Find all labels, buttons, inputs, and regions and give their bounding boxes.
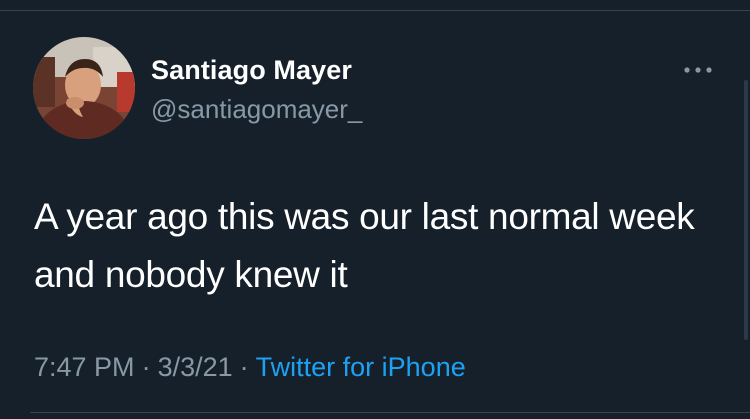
avatar[interactable] [33,37,135,139]
tweet-source-link[interactable]: Twitter for iPhone [256,352,466,382]
tweet-text: A year ago this was our last normal week… [34,196,695,295]
tweet-meta: 7:47 PM · 3/3/21 · Twitter for iPhone [34,352,466,383]
tweet-time[interactable]: 7:47 PM [34,352,135,382]
top-divider [0,10,750,11]
more-options-button[interactable] [678,58,718,82]
scrollbar[interactable] [744,80,748,340]
tweet-date[interactable]: 3/3/21 [158,352,233,382]
author-handle[interactable]: @santiagomayer_ [151,94,362,125]
meta-separator: · [239,352,249,382]
user-photo-icon [33,37,135,139]
more-horizontal-icon [684,67,712,73]
meta-separator: · [141,352,151,382]
bottom-divider [30,412,750,413]
author-display-name[interactable]: Santiago Mayer [151,55,352,86]
